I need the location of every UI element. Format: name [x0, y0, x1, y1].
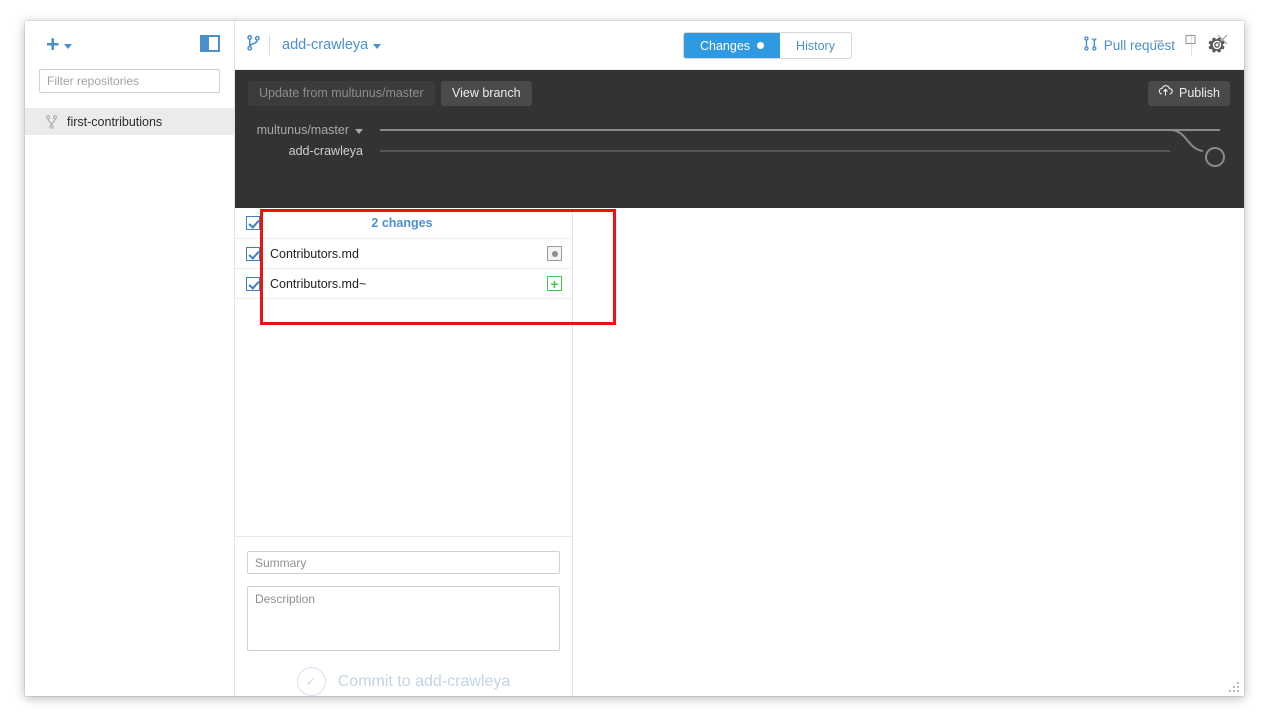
changes-list-header: 2 changes	[235, 208, 572, 239]
tab-group: Changes History	[683, 32, 852, 59]
app-window: + first-contributions	[25, 21, 1244, 696]
file-name: Contributors.md	[270, 246, 359, 261]
branch-icon	[243, 35, 263, 55]
new-file-plus-icon: +	[547, 276, 562, 291]
changes-list-empty-space	[235, 299, 572, 537]
tab-changes-label: Changes	[700, 38, 751, 53]
minimize-button[interactable]	[1142, 24, 1174, 54]
branch-icon	[44, 114, 58, 129]
repository-list-item[interactable]: first-contributions	[25, 108, 234, 135]
chevron-down-icon	[373, 44, 382, 49]
changes-indicator-dot	[757, 42, 765, 49]
sidebar-toggle-icon[interactable]	[200, 35, 220, 52]
branch-comparison-graph: multunus/master add-crawleya	[235, 116, 1244, 178]
base-branch-selector[interactable]: multunus/master	[243, 123, 363, 137]
publish-label: Publish	[1179, 86, 1220, 100]
diff-panel	[573, 208, 1244, 696]
repository-sidebar: + first-contributions	[25, 21, 235, 696]
branch-toolbar-dark: Update from multunus/master View branch …	[235, 70, 1244, 208]
window-controls	[1142, 21, 1238, 57]
select-all-changes-checkbox[interactable]	[246, 216, 260, 230]
modified-dot-icon	[547, 246, 562, 261]
filter-repositories-input[interactable]	[39, 69, 220, 93]
commit-button-label: Commit to add-crawleya	[337, 672, 511, 690]
changed-file-row[interactable]: Contributors.md~ +	[235, 269, 572, 299]
update-from-master-button[interactable]: Update from multunus/master	[248, 81, 435, 106]
view-branch-button[interactable]: View branch	[441, 81, 532, 106]
top-header-bar: add-crawleya Changes History Pull reques…	[235, 21, 1244, 70]
commit-description-input[interactable]	[247, 586, 560, 651]
repository-name: first-contributions	[67, 114, 163, 129]
commit-button[interactable]: ✓ Commit to add-crawleya	[247, 667, 560, 696]
body-split: 2 changes Contributors.md Contributors.m…	[235, 208, 1244, 696]
maximize-button[interactable]	[1174, 24, 1206, 54]
commit-form: ✓ Commit to add-crawleya	[235, 537, 572, 696]
sidebar-toolbar: +	[25, 21, 234, 69]
publish-button[interactable]: Publish	[1148, 81, 1230, 106]
file-include-checkbox[interactable]	[246, 246, 260, 261]
filter-wrapper	[25, 69, 234, 93]
current-branch-selector[interactable]: add-crawleya	[243, 21, 382, 69]
add-repository-button[interactable]: +	[46, 31, 73, 57]
repository-list: first-contributions	[25, 108, 234, 135]
base-branch-name: multunus/master	[256, 123, 349, 137]
tab-history[interactable]: History	[780, 33, 851, 58]
chevron-down-icon	[64, 44, 73, 49]
changes-file-list: 2 changes Contributors.md Contributors.m…	[235, 208, 572, 299]
pull-request-icon	[1083, 36, 1097, 54]
head-branch-name: add-crawleya	[288, 144, 363, 158]
branch-divergence-graphic	[375, 116, 1244, 178]
file-include-checkbox[interactable]	[246, 276, 260, 291]
changed-file-row[interactable]: Contributors.md	[235, 239, 572, 269]
check-circle-icon: ✓	[296, 667, 326, 696]
plus-icon: +	[46, 31, 60, 57]
tab-history-label: History	[796, 38, 835, 53]
resize-grip[interactable]	[1228, 680, 1241, 693]
file-name: Contributors.md~	[270, 276, 367, 291]
changes-count-label: 2 changes	[371, 216, 433, 230]
main-pane: add-crawleya Changes History Pull reques…	[235, 21, 1244, 696]
tab-changes[interactable]: Changes	[684, 33, 781, 58]
current-branch-name: add-crawleya	[282, 37, 369, 53]
commit-summary-input[interactable]	[247, 551, 560, 574]
changes-panel: 2 changes Contributors.md Contributors.m…	[235, 208, 573, 696]
chevron-down-icon	[355, 128, 363, 134]
close-button[interactable]	[1206, 24, 1238, 54]
branch-action-toolbar: Update from multunus/master View branch …	[235, 70, 1244, 116]
header-divider	[269, 35, 270, 55]
publish-cloud-icon	[1158, 81, 1173, 106]
